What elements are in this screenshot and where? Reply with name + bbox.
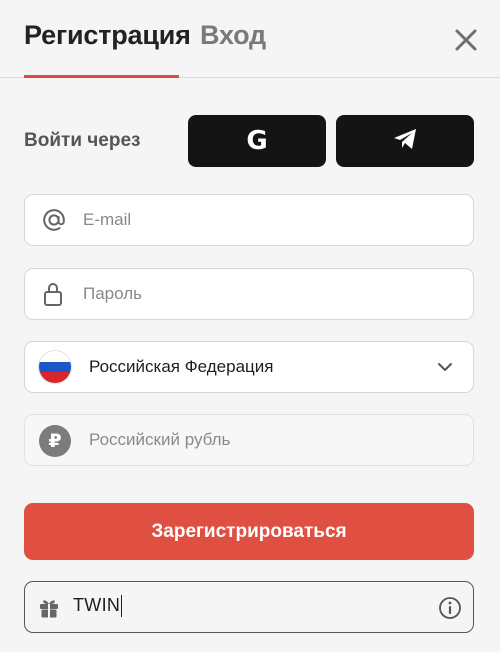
password-field — [24, 268, 474, 320]
currency-value: Российский рубль — [89, 430, 231, 449]
at-sign-icon — [41, 207, 67, 233]
promo-code-field[interactable]: TWIN — [24, 581, 474, 633]
country-select[interactable]: Российская Федерация — [24, 341, 474, 393]
russia-flag-icon — [39, 351, 71, 383]
tab-register[interactable]: Регистрация — [24, 20, 191, 51]
country-value: Российская Федерация — [89, 357, 274, 376]
tab-login[interactable]: Вход — [200, 20, 266, 51]
google-login-button[interactable]: G — [188, 115, 326, 167]
text-caret — [121, 595, 123, 618]
promo-code-value[interactable]: TWIN — [73, 595, 123, 618]
email-input[interactable] — [83, 195, 453, 245]
password-input[interactable] — [83, 269, 453, 319]
google-icon: G — [246, 126, 268, 156]
currency-select[interactable]: ₽ Российский рубль — [24, 414, 474, 466]
login-via-label: Войти через — [24, 130, 141, 151]
telegram-login-button[interactable] — [336, 115, 474, 167]
info-icon[interactable] — [438, 596, 462, 625]
email-field — [24, 194, 474, 246]
register-submit-button[interactable]: Зарегистрироваться — [24, 503, 474, 560]
telegram-icon — [393, 128, 417, 155]
active-tab-indicator — [24, 75, 179, 78]
ruble-icon: ₽ — [39, 425, 71, 457]
close-icon[interactable] — [452, 26, 480, 54]
gift-icon — [38, 598, 60, 623]
auth-tabs: Регистрация Вход — [0, 0, 500, 78]
lock-icon — [41, 281, 65, 307]
chevron-down-icon — [437, 360, 453, 379]
